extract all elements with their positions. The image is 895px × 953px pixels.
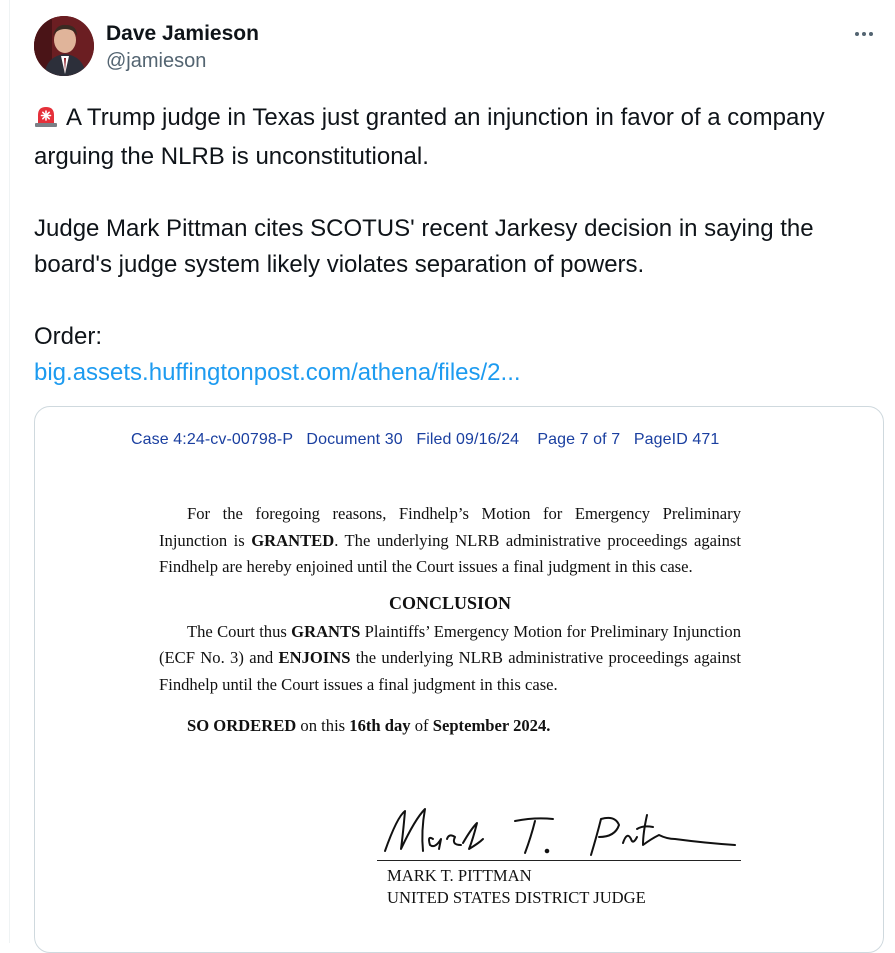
signature-line bbox=[377, 860, 741, 861]
tweet-line-1: A Trump judge in Texas just granted an i… bbox=[34, 104, 825, 170]
doc-bold-granted: GRANTED bbox=[251, 530, 335, 550]
signer-block: MARK T. PITTMAN UNITED STATES DISTRICT J… bbox=[387, 865, 646, 909]
document-paragraph-2: The Court thus GRANTS Plaintiffs’ Emerge… bbox=[159, 619, 741, 699]
document-case-header: Case 4:24-cv-00798-P Document 30 Filed 0… bbox=[131, 431, 720, 448]
conclusion-heading: CONCLUSION bbox=[388, 592, 512, 613]
tweet-text: A Trump judge in Texas just granted an i… bbox=[34, 100, 884, 391]
display-name[interactable]: Dave Jamieson bbox=[106, 22, 259, 46]
doc-text: of bbox=[410, 715, 433, 735]
document-body: For the foregoing reasons, Findhelp’s Mo… bbox=[159, 501, 741, 739]
tweet-header: Dave Jamieson @jamieson bbox=[34, 16, 884, 80]
document-paragraph-1: For the foregoing reasons, Findhelp’s Mo… bbox=[159, 501, 741, 581]
more-options-button[interactable] bbox=[844, 22, 884, 46]
doc-bold-date: September 2024. bbox=[432, 715, 551, 735]
order-link[interactable]: big.assets.huffingtonpost.com/athena/fil… bbox=[34, 359, 521, 386]
signature-image bbox=[384, 808, 736, 856]
doc-bold-enjoins: ENJOINS bbox=[278, 648, 351, 668]
doc-bold-so-ordered: SO ORDERED bbox=[187, 715, 297, 735]
more-icon-dot bbox=[869, 32, 873, 36]
more-icon bbox=[855, 32, 859, 36]
doc-text: on this bbox=[296, 715, 350, 735]
handle[interactable]: @jamieson bbox=[106, 48, 259, 74]
signer-name: MARK T. PITTMAN bbox=[387, 866, 532, 885]
tweet-paragraph-1: A Trump judge in Texas just granted an i… bbox=[34, 100, 884, 175]
signature-block: MARK T. PITTMAN UNITED STATES DISTRICT J… bbox=[375, 799, 745, 939]
author-block: Dave Jamieson @jamieson bbox=[106, 22, 259, 74]
more-icon-dot bbox=[862, 32, 866, 36]
tweet-paragraph-2: Judge Mark Pittman cites SCOTUS' recent … bbox=[34, 215, 814, 278]
doc-bold-day: 16th day bbox=[349, 715, 411, 735]
signer-title: UNITED STATES DISTRICT JUDGE bbox=[387, 888, 646, 907]
siren-icon bbox=[34, 103, 58, 139]
doc-bold-grants: GRANTS bbox=[291, 621, 361, 641]
timeline-divider bbox=[9, 0, 10, 943]
so-ordered-line: SO ORDERED on this 16th day of September… bbox=[187, 713, 741, 740]
tweet-paragraph-3: Order: bbox=[34, 323, 103, 350]
attached-image[interactable]: Case 4:24-cv-00798-P Document 30 Filed 0… bbox=[34, 406, 884, 953]
doc-text: The Court thus bbox=[187, 621, 292, 641]
avatar[interactable] bbox=[34, 16, 94, 76]
